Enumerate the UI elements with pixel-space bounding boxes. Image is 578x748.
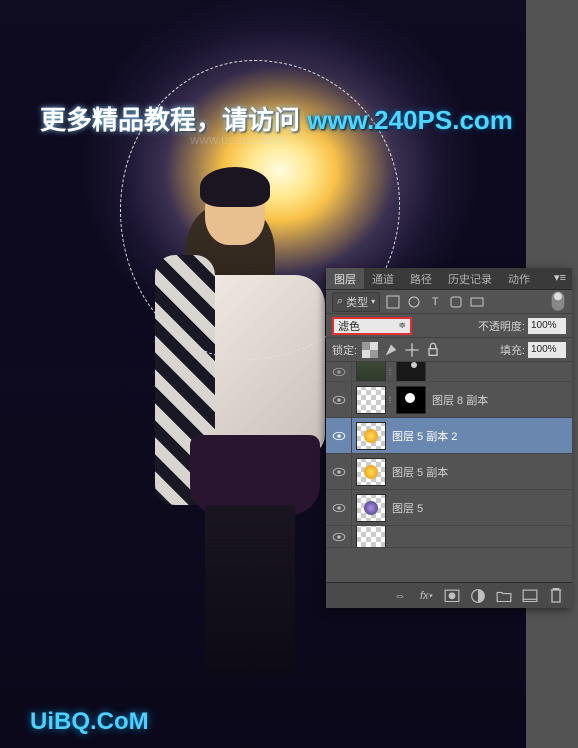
tab-actions[interactable]: 动作 [500,268,538,289]
blend-mode-value: 滤色 [338,318,360,334]
watermark-bottom: UiBQ.CoM [30,708,149,736]
filter-shape-icon[interactable] [448,294,464,310]
filter-pixel-icon[interactable] [385,294,401,310]
opacity-control: 不透明度: 100% [478,318,566,334]
chevron-updown-icon: ≑ [398,320,406,331]
fill-value-input[interactable]: 100% [528,342,566,358]
filter-smart-icon[interactable] [469,294,485,310]
tab-paths[interactable]: 路径 [402,268,440,289]
layer-thumb[interactable] [356,362,386,382]
mask-link-icon[interactable]: ⁞ [386,367,394,377]
layer-filter-row: ⌕ 类型 ▾ T [326,290,572,314]
visibility-toggle[interactable] [326,418,352,454]
layer-row[interactable] [326,526,572,548]
watermark-small: www.psanz.com [190,132,284,147]
layer-name[interactable]: 图层 5 [392,500,423,516]
lock-all-icon[interactable] [425,342,441,358]
promo-zh: 更多精品教程，请访问 [40,105,307,135]
layer-name[interactable]: 图层 5 副本 [392,464,448,480]
layer-name[interactable]: 图层 8 副本 [432,392,488,408]
visibility-toggle[interactable] [326,382,352,418]
layer-name[interactable]: 图层 5 副本 2 [392,428,457,444]
layer-list: ⁞ ⁞ 图层 8 副本 图层 5 副本 2 图层 5 副本 图层 5 [326,362,572,580]
layer-row[interactable]: 图层 5 [326,490,572,526]
lock-transparency-icon[interactable] [362,342,378,358]
mask-link-icon[interactable]: ⁞ [386,395,394,405]
panel-menu-icon[interactable]: ▾≡ [548,268,572,289]
layer-thumb[interactable] [356,526,386,548]
panel-tabs: 图层 通道 路径 历史记录 动作 ▾≡ [326,268,572,290]
person-skirt [190,435,320,515]
blend-mode-dropdown[interactable]: 滤色 ≑ [332,317,412,335]
layer-row[interactable]: ⁞ [326,362,572,382]
opacity-label: 不透明度: [478,318,525,334]
panel-footer: ⇔ fx▾ [326,582,572,608]
layer-thumb[interactable] [356,386,386,414]
layer-mask[interactable] [396,362,426,382]
layer-thumb[interactable] [356,494,386,522]
adjustment-icon[interactable] [470,588,486,604]
opacity-value-input[interactable]: 100% [528,318,566,334]
filter-type-icon[interactable]: T [427,294,443,310]
layer-thumb[interactable] [356,422,386,450]
lock-position-icon[interactable] [404,342,420,358]
lock-label: 锁定: [332,342,357,358]
promo-url: www.240PS.com [307,105,513,135]
fill-control: 填充: 100% [500,342,566,358]
tab-history[interactable]: 历史记录 [440,268,500,289]
search-icon: ⌕ [337,295,343,308]
filter-kind-dropdown[interactable]: ⌕ 类型 ▾ [332,292,380,312]
filter-kind-label: 类型 [346,294,368,310]
chevron-down-icon: ▾ [371,297,375,306]
trash-icon[interactable] [548,588,564,604]
layer-row[interactable]: 图层 5 副本 [326,454,572,490]
link-layers-icon[interactable]: ⇔ [392,588,408,604]
filter-toggle-icon[interactable] [550,294,566,310]
group-icon[interactable] [496,588,512,604]
layer-thumb[interactable] [356,458,386,486]
person-legs [205,505,295,675]
visibility-toggle[interactable] [326,490,352,526]
tab-layers[interactable]: 图层 [326,268,364,289]
visibility-toggle[interactable] [326,362,352,382]
visibility-toggle[interactable] [326,454,352,490]
tab-channels[interactable]: 通道 [364,268,402,289]
person-hat [200,167,270,207]
fill-label: 填充: [500,342,525,358]
layer-row[interactable]: 图层 5 副本 2 [326,418,572,454]
fx-icon[interactable]: fx▾ [418,588,434,604]
visibility-toggle[interactable] [326,526,352,548]
layer-mask[interactable] [396,386,426,414]
layers-panel: 图层 通道 路径 历史记录 动作 ▾≡ ⌕ 类型 ▾ T 滤色 ≑ 不透明度: … [326,268,572,608]
new-layer-icon[interactable] [522,588,538,604]
lock-row: 锁定: 填充: 100% [326,338,572,362]
layer-row[interactable]: ⁞ 图层 8 副本 [326,382,572,418]
lock-pixels-icon[interactable] [383,342,399,358]
filter-adjust-icon[interactable] [406,294,422,310]
blend-row: 滤色 ≑ 不透明度: 100% [326,314,572,338]
mask-icon[interactable] [444,588,460,604]
